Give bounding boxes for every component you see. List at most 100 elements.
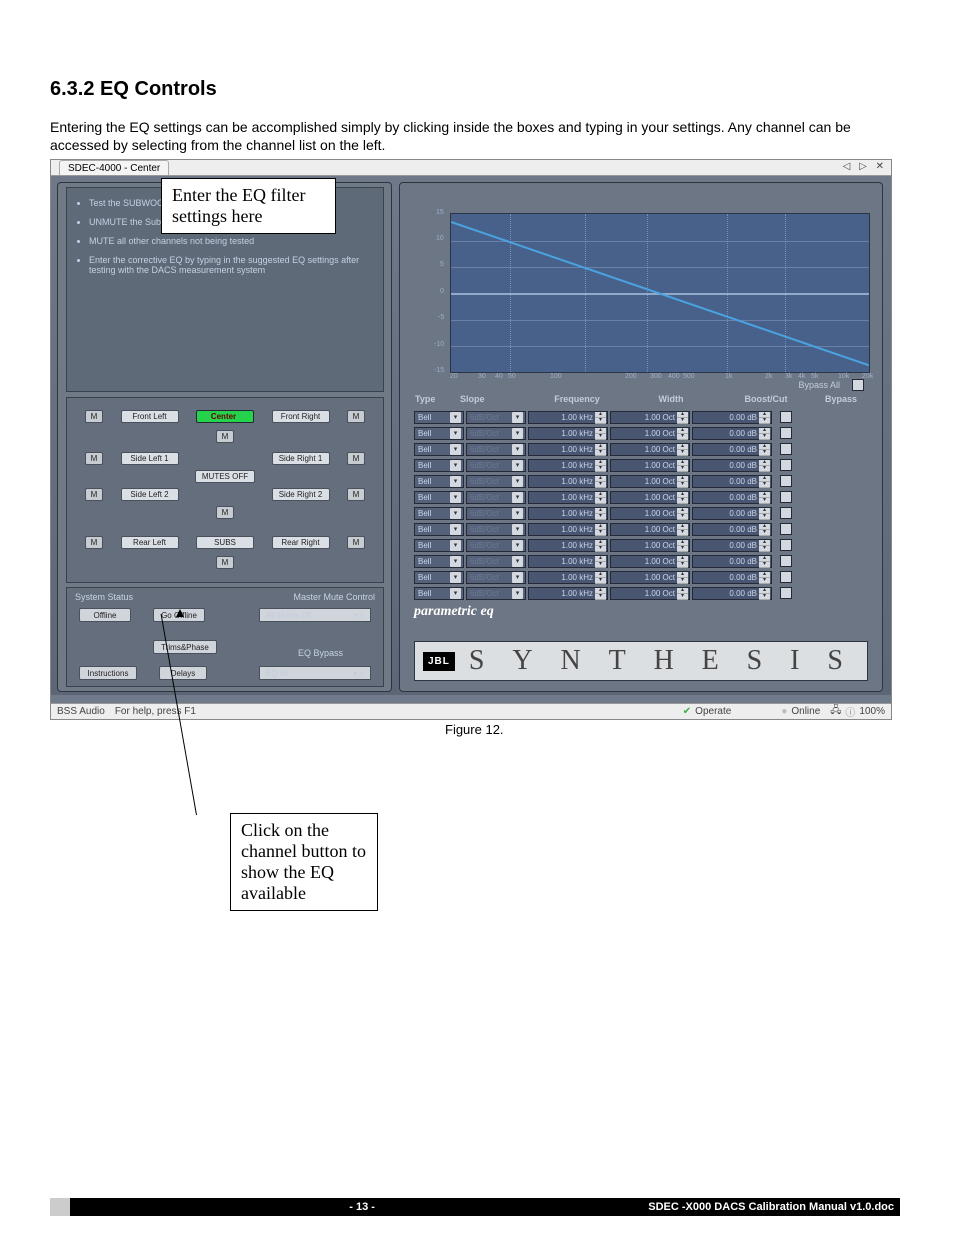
boost-cut-input[interactable]: 0.00 dB▴▾ — [692, 443, 772, 456]
channel-front-right[interactable]: Front Right — [272, 410, 330, 423]
type-select[interactable]: Bell▾ — [414, 427, 464, 440]
delays-button[interactable]: Delays — [159, 666, 207, 680]
mute-rear-left[interactable]: M — [85, 536, 103, 549]
slope-select[interactable]: 6dB/Oct▾ — [466, 507, 526, 520]
bypass-checkbox[interactable] — [780, 587, 792, 599]
bypass-checkbox[interactable] — [780, 491, 792, 503]
trims-phase-button[interactable]: Trims&Phase — [153, 640, 217, 654]
channel-rear-left[interactable]: Rear Left — [121, 536, 179, 549]
boost-cut-input[interactable]: 0.00 dB▴▾ — [692, 491, 772, 504]
bypass-checkbox[interactable] — [780, 571, 792, 583]
frequency-input[interactable]: 1.00 kHz▴▾ — [528, 571, 608, 584]
frequency-input[interactable]: 1.00 kHz▴▾ — [528, 475, 608, 488]
width-input[interactable]: 1.00 Oct▴▾ — [610, 459, 690, 472]
width-input[interactable]: 1.00 Oct▴▾ — [610, 427, 690, 440]
bypass-checkbox[interactable] — [780, 555, 792, 567]
mute-rear-right[interactable]: M — [347, 536, 365, 549]
frequency-input[interactable]: 1.00 kHz▴▾ — [528, 523, 608, 536]
instructions-button[interactable]: Instructions — [79, 666, 137, 680]
channel-side-left-2[interactable]: Side Left 2 — [121, 488, 179, 501]
bypass-checkbox[interactable] — [780, 427, 792, 439]
channel-subs[interactable]: SUBS — [196, 536, 254, 549]
boost-cut-input[interactable]: 0.00 dB▴▾ — [692, 571, 772, 584]
frequency-input[interactable]: 1.00 kHz▴▾ — [528, 491, 608, 504]
type-select[interactable]: Bell▾ — [414, 587, 464, 600]
mute-side-left-1[interactable]: M — [85, 452, 103, 465]
type-select[interactable]: Bell▾ — [414, 555, 464, 568]
channel-side-right-1[interactable]: Side Right 1 — [272, 452, 330, 465]
bypass-checkbox[interactable] — [780, 459, 792, 471]
bypass-all-checkbox[interactable] — [852, 379, 864, 391]
slope-select[interactable]: 6dB/Oct▾ — [466, 443, 526, 456]
boost-cut-input[interactable]: 0.00 dB▴▾ — [692, 427, 772, 440]
type-select[interactable]: Bell▾ — [414, 475, 464, 488]
slope-select[interactable]: 6dB/Oct▾ — [466, 587, 526, 600]
frequency-input[interactable]: 1.00 kHz▴▾ — [528, 427, 608, 440]
frequency-input[interactable]: 1.00 kHz▴▾ — [528, 587, 608, 600]
type-select[interactable]: Bell▾ — [414, 491, 464, 504]
channel-side-right-2[interactable]: Side Right 2 — [272, 488, 330, 501]
bypass-checkbox[interactable] — [780, 539, 792, 551]
channel-rear-right[interactable]: Rear Right — [272, 536, 330, 549]
bypass-checkbox[interactable] — [780, 411, 792, 423]
tab-sdec[interactable]: SDEC-4000 - Center — [59, 160, 169, 175]
width-input[interactable]: 1.00 Oct▴▾ — [610, 587, 690, 600]
frequency-input[interactable]: 1.00 kHz▴▾ — [528, 539, 608, 552]
slope-select[interactable]: 6dB/Oct▾ — [466, 491, 526, 504]
mute-subs[interactable]: M — [216, 556, 234, 569]
offline-button[interactable]: Offline — [79, 608, 131, 622]
type-select[interactable]: Bell▾ — [414, 539, 464, 552]
width-input[interactable]: 1.00 Oct▴▾ — [610, 555, 690, 568]
width-input[interactable]: 1.00 Oct▴▾ — [610, 507, 690, 520]
frequency-input[interactable]: 1.00 kHz▴▾ — [528, 443, 608, 456]
type-select[interactable]: Bell▾ — [414, 523, 464, 536]
width-input[interactable]: 1.00 Oct▴▾ — [610, 523, 690, 536]
mute-side-right-1[interactable]: M — [347, 452, 365, 465]
type-select[interactable]: Bell▾ — [414, 571, 464, 584]
mute-front-left[interactable]: M — [85, 410, 103, 423]
type-select[interactable]: Bell▾ — [414, 507, 464, 520]
mute-side-right-2[interactable]: M — [347, 488, 365, 501]
slope-select[interactable]: 6dB/Oct▾ — [466, 427, 526, 440]
eq-in-select[interactable]: EQ IN — [259, 666, 371, 680]
slope-select[interactable]: 6dB/Oct▾ — [466, 539, 526, 552]
tab-controls[interactable]: ◁ ▷ ✕ — [843, 161, 887, 172]
frequency-input[interactable]: 1.00 kHz▴▾ — [528, 555, 608, 568]
width-input[interactable]: 1.00 Oct▴▾ — [610, 571, 690, 584]
boost-cut-input[interactable]: 0.00 dB▴▾ — [692, 459, 772, 472]
all-mutes-off-select[interactable]: All Mutes Off — [259, 608, 371, 622]
frequency-input[interactable]: 1.00 kHz▴▾ — [528, 411, 608, 424]
type-select[interactable]: Bell▾ — [414, 443, 464, 456]
mutes-off-button[interactable]: MUTES OFF — [195, 470, 255, 483]
width-input[interactable]: 1.00 Oct▴▾ — [610, 539, 690, 552]
frequency-input[interactable]: 1.00 kHz▴▾ — [528, 507, 608, 520]
type-select[interactable]: Bell▾ — [414, 459, 464, 472]
mute-front-right[interactable]: M — [347, 410, 365, 423]
bypass-checkbox[interactable] — [780, 475, 792, 487]
boost-cut-input[interactable]: 0.00 dB▴▾ — [692, 507, 772, 520]
width-input[interactable]: 1.00 Oct▴▾ — [610, 411, 690, 424]
width-input[interactable]: 1.00 Oct▴▾ — [610, 475, 690, 488]
boost-cut-input[interactable]: 0.00 dB▴▾ — [692, 475, 772, 488]
channel-front-left[interactable]: Front Left — [121, 410, 179, 423]
boost-cut-input[interactable]: 0.00 dB▴▾ — [692, 411, 772, 424]
mute-subs-top[interactable]: M — [216, 506, 234, 519]
slope-select[interactable]: 6dB/Oct▾ — [466, 571, 526, 584]
type-select[interactable]: Bell▾ — [414, 411, 464, 424]
channel-center[interactable]: Center — [196, 410, 254, 423]
boost-cut-input[interactable]: 0.00 dB▴▾ — [692, 523, 772, 536]
slope-select[interactable]: 6dB/Oct▾ — [466, 523, 526, 536]
bypass-checkbox[interactable] — [780, 443, 792, 455]
channel-side-left-1[interactable]: Side Left 1 — [121, 452, 179, 465]
boost-cut-input[interactable]: 0.00 dB▴▾ — [692, 555, 772, 568]
mute-side-left-2[interactable]: M — [85, 488, 103, 501]
boost-cut-input[interactable]: 0.00 dB▴▾ — [692, 587, 772, 600]
slope-select[interactable]: 6dB/Oct▾ — [466, 475, 526, 488]
bypass-checkbox[interactable] — [780, 507, 792, 519]
frequency-input[interactable]: 1.00 kHz▴▾ — [528, 459, 608, 472]
slope-select[interactable]: 6dB/Oct▾ — [466, 459, 526, 472]
slope-select[interactable]: 6dB/Oct▾ — [466, 411, 526, 424]
mute-center[interactable]: M — [216, 430, 234, 443]
bypass-checkbox[interactable] — [780, 523, 792, 535]
boost-cut-input[interactable]: 0.00 dB▴▾ — [692, 539, 772, 552]
